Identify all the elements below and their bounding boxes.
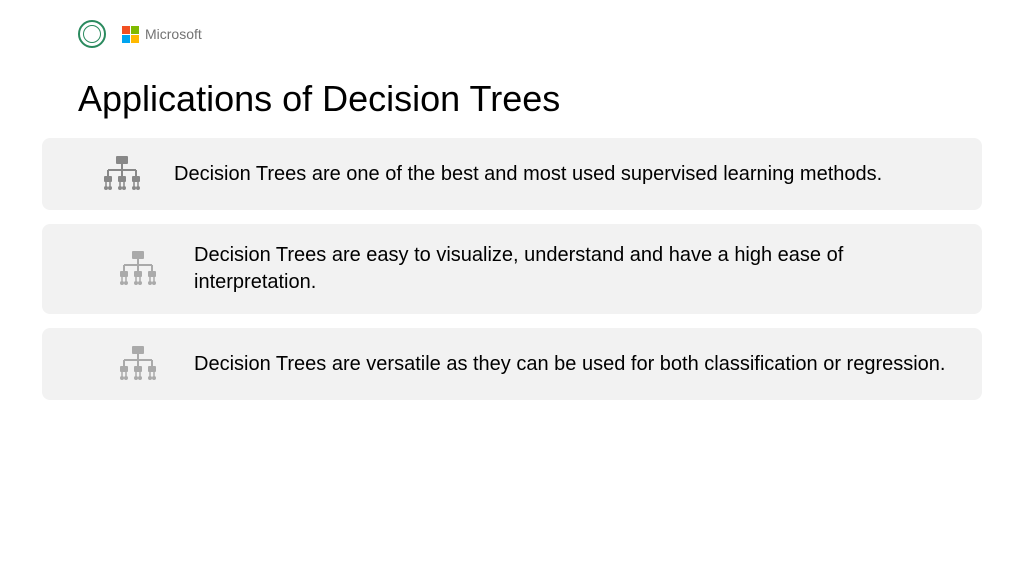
slide-title: Applications of Decision Trees <box>0 48 1024 138</box>
microsoft-text: Microsoft <box>145 26 202 42</box>
point-text: Decision Trees are easy to visualize, un… <box>194 242 952 296</box>
hierarchy-tree-icon <box>102 156 142 192</box>
point-row: Decision Trees are versatile as they can… <box>42 328 982 400</box>
header-logos: Microsoft <box>0 0 1024 48</box>
point-text: Decision Trees are versatile as they can… <box>194 351 945 378</box>
hierarchy-tree-icon <box>118 346 158 382</box>
microsoft-squares-icon <box>122 26 139 43</box>
point-row: Decision Trees are easy to visualize, un… <box>42 224 982 314</box>
content-area: Decision Trees are one of the best and m… <box>0 138 1024 400</box>
microsoft-logo: Microsoft <box>122 26 202 43</box>
point-text: Decision Trees are one of the best and m… <box>174 161 882 188</box>
point-row: Decision Trees are one of the best and m… <box>42 138 982 210</box>
hierarchy-tree-icon <box>118 251 158 287</box>
institution-seal-logo <box>78 20 106 48</box>
